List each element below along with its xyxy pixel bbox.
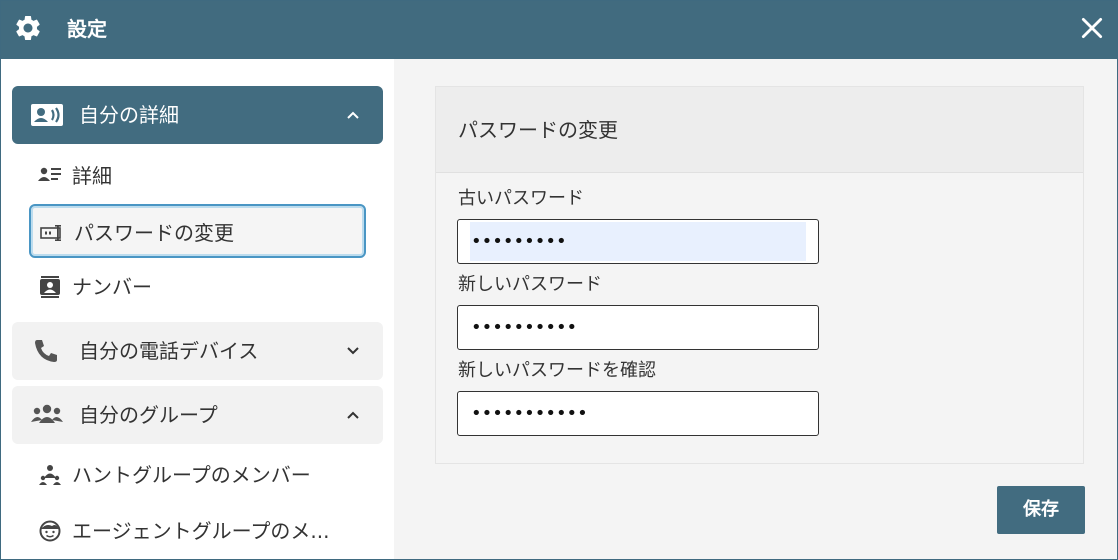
password-field-icon	[40, 225, 61, 241]
main-panel: パスワードの変更 古いパスワード ••••••••• 新しいパスワード ••••…	[394, 59, 1117, 559]
old-password-value: •••••••••	[471, 231, 567, 252]
old-password-label: 古いパスワード	[458, 188, 584, 209]
chevron-up-icon	[347, 111, 359, 119]
confirm-password-value: •••••••••••	[471, 403, 588, 424]
person-details-icon	[38, 167, 61, 181]
hunt-group-icon	[39, 465, 61, 485]
contact-card-icon	[31, 104, 63, 126]
sidebar-group-label: 自分のグループ	[79, 403, 218, 427]
sidebar-item-details[interactable]: 詳細	[29, 149, 366, 203]
sidebar: 自分の詳細 詳細 パスワードの変更 ナンバー 自分の電話デバイス 自分のグループ…	[1, 59, 393, 559]
confirm-password-label: 新しいパスワードを確認	[458, 360, 656, 381]
sidebar-item-change-password[interactable]: パスワードの変更	[29, 204, 366, 258]
sidebar-group-my-groups[interactable]: 自分のグループ	[12, 386, 383, 444]
new-password-label: 新しいパスワード	[458, 274, 602, 295]
agent-icon	[39, 520, 61, 542]
card-header: パスワードの変更	[436, 87, 1083, 173]
window-title: 設定	[67, 17, 107, 41]
save-button[interactable]: 保存	[997, 486, 1085, 534]
sidebar-item-agent-group-members[interactable]: エージェントグループのメ...	[29, 504, 366, 558]
sidebar-item-hunt-group-members[interactable]: ハントグループのメンバー	[29, 448, 366, 502]
sidebar-item-number[interactable]: ナンバー	[29, 260, 366, 314]
confirm-password-field[interactable]: •••••••••••	[457, 391, 819, 436]
sidebar-group-label: 自分の電話デバイス	[79, 339, 259, 363]
phone-icon	[35, 340, 57, 362]
new-password-value: ••••••••••	[471, 317, 578, 338]
sidebar-group-label: 自分の詳細	[79, 103, 179, 127]
sidebar-item-label: エージェントグループのメ...	[72, 519, 330, 543]
card-title: パスワードの変更	[458, 118, 618, 142]
chevron-down-icon	[347, 347, 359, 355]
change-password-card: パスワードの変更 古いパスワード ••••••••• 新しいパスワード ••••…	[435, 86, 1084, 464]
title-bar: 設定	[1, 1, 1117, 59]
new-password-field[interactable]: ••••••••••	[457, 305, 819, 350]
sidebar-item-label: ナンバー	[72, 275, 152, 299]
number-badge-icon	[40, 276, 60, 298]
close-icon[interactable]	[1079, 15, 1105, 41]
sidebar-item-label: ハントグループのメンバー	[72, 463, 311, 487]
old-password-field[interactable]: •••••••••	[457, 219, 819, 264]
group-icon	[31, 404, 63, 423]
sidebar-item-label: 詳細	[72, 164, 112, 188]
chevron-up-icon	[347, 411, 359, 419]
sidebar-item-label: パスワードの変更	[74, 221, 234, 245]
settings-window: 設定 自分の詳細 詳細 パスワードの変更 ナンバー 自分の電話デバイス 自分のグ…	[0, 0, 1118, 560]
sidebar-group-my-phone-devices[interactable]: 自分の電話デバイス	[12, 322, 383, 380]
sidebar-group-my-details[interactable]: 自分の詳細	[12, 86, 383, 144]
gear-icon	[16, 15, 40, 41]
